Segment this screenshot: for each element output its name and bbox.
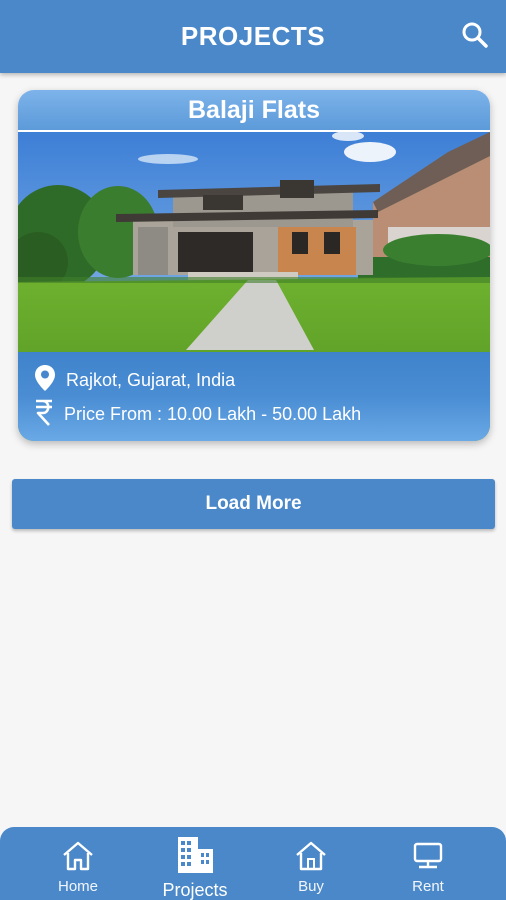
project-card-header: Balaji Flats xyxy=(18,90,490,132)
nav-label-projects: Projects xyxy=(162,880,228,900)
nav-item-projects[interactable]: Projects xyxy=(140,827,250,900)
load-more-button[interactable]: Load More xyxy=(12,479,495,529)
nav-item-home[interactable]: Home xyxy=(23,827,133,900)
price-row: Price From : 10.00 Lakh - 50.00 Lakh xyxy=(34,398,361,431)
search-icon[interactable] xyxy=(460,20,490,50)
page-title: PROJECTS xyxy=(180,21,326,51)
nav-label-rent: Rent xyxy=(412,878,444,895)
nav-item-rent[interactable]: Rent xyxy=(373,827,483,900)
project-name: Balaji Flats xyxy=(188,95,320,124)
house-icon xyxy=(294,841,328,876)
project-location: Rajkot, Gujarat, India xyxy=(66,370,236,390)
home-icon xyxy=(61,841,95,876)
nav-label-home: Home xyxy=(57,878,98,895)
project-info-panel: Rajkot, Gujarat, India Price From : 10.0… xyxy=(18,352,490,441)
buildings-icon xyxy=(175,835,215,878)
location-row: Rajkot, Gujarat, India xyxy=(34,364,235,397)
app-bar: PROJECTS xyxy=(0,0,506,73)
project-price: Price From : 10.00 Lakh - 50.00 Lakh xyxy=(64,404,362,424)
project-card[interactable]: Balaji Flats Rajkot, Gujarat, India Pric… xyxy=(18,90,490,441)
nav-item-buy[interactable]: Buy xyxy=(256,827,366,900)
bottom-navigation: Home Projects Buy Rent xyxy=(0,827,506,900)
rupee-icon xyxy=(34,398,54,431)
map-pin-icon xyxy=(34,364,56,397)
monitor-icon xyxy=(412,841,444,876)
nav-label-buy: Buy xyxy=(298,878,324,895)
